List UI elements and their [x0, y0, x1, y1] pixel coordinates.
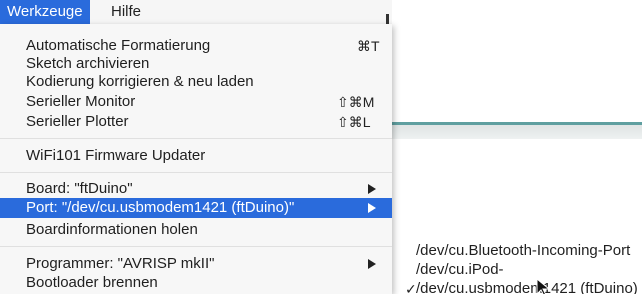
menu-werkzeuge[interactable]: Werkzeuge	[0, 0, 90, 24]
port-option-label: /dev/cu.usbmodem1421 (ftDuino)	[416, 280, 638, 294]
menu-item-board[interactable]: Board: "ftDuino"	[0, 179, 392, 199]
menu-item-wifi101-updater[interactable]: WiFi101 Firmware Updater	[0, 146, 392, 166]
menu-item-label: Serieller Monitor	[26, 93, 136, 110]
menu-item-label: WiFi101 Firmware Updater	[26, 147, 206, 164]
menu-item-label: Automatische Formatierung	[26, 37, 211, 54]
menu-item-shortcut: ⌘T	[357, 38, 380, 54]
menu-bar: Werkzeuge Hilfe	[0, 0, 392, 24]
menu-item-auto-format[interactable]: Automatische Formatierung ⌘T	[0, 36, 392, 56]
menu-item-shortcut: ⇧⌘M	[337, 94, 375, 110]
menu-separator	[0, 138, 392, 139]
menu-item-label: Board: "ftDuino"	[26, 180, 133, 197]
menu-item-label: Serieller Plotter	[26, 113, 129, 130]
menu-separator	[0, 246, 392, 247]
menu-item-burn-bootloader[interactable]: Bootloader brennen	[0, 273, 392, 293]
menu-item-serial-plotter[interactable]: Serieller Plotter ⇧⌘L	[0, 112, 392, 132]
port-option[interactable]: /dev/cu.Bluetooth-Incoming-Port	[405, 241, 642, 261]
window-strip	[378, 125, 642, 139]
menu-separator	[0, 172, 392, 173]
menu-item-board-info[interactable]: Boardinformationen holen	[0, 220, 392, 240]
submenu-arrow-icon	[368, 259, 376, 269]
submenu-arrow-icon	[368, 184, 376, 194]
mouse-cursor-icon	[536, 278, 551, 294]
menu-item-port[interactable]: Port: "/dev/cu.usbmodem1421 (ftDuino)"	[0, 198, 392, 218]
werkzeuge-menu: Automatische Formatierung ⌘T Sketch arch…	[0, 24, 392, 294]
menu-item-label: Programmer: "AVRISP mkII"	[26, 255, 215, 272]
menu-item-label: Port: "/dev/cu.usbmodem1421 (ftDuino)"	[26, 199, 295, 216]
menu-item-label: Sketch archivieren	[26, 55, 150, 72]
menu-item-label: Boardinformationen holen	[26, 221, 198, 238]
menu-item-shortcut: ⇧⌘L	[337, 114, 371, 130]
menu-item-serial-monitor[interactable]: Serieller Monitor ⇧⌘M	[0, 92, 392, 112]
menubar-edge-mark	[386, 14, 389, 24]
port-option-label: /dev/cu.iPod-	[416, 261, 504, 278]
port-option-selected[interactable]: ✓ /dev/cu.usbmodem1421 (ftDuino)	[405, 279, 642, 294]
menu-hilfe[interactable]: Hilfe	[104, 0, 148, 24]
port-option[interactable]: /dev/cu.iPod-	[405, 260, 642, 280]
menu-item-programmer[interactable]: Programmer: "AVRISP mkII"	[0, 254, 392, 274]
menu-item-archive-sketch[interactable]: Sketch archivieren	[0, 54, 392, 74]
menu-item-fix-encoding[interactable]: Kodierung korrigieren & neu laden	[0, 72, 392, 92]
menu-item-label: Bootloader brennen	[26, 274, 158, 291]
port-submenu: /dev/cu.Bluetooth-Incoming-Port /dev/cu.…	[405, 239, 642, 294]
submenu-arrow-icon	[368, 203, 376, 213]
menu-item-label: Kodierung korrigieren & neu laden	[26, 73, 254, 90]
port-option-label: /dev/cu.Bluetooth-Incoming-Port	[416, 242, 631, 259]
